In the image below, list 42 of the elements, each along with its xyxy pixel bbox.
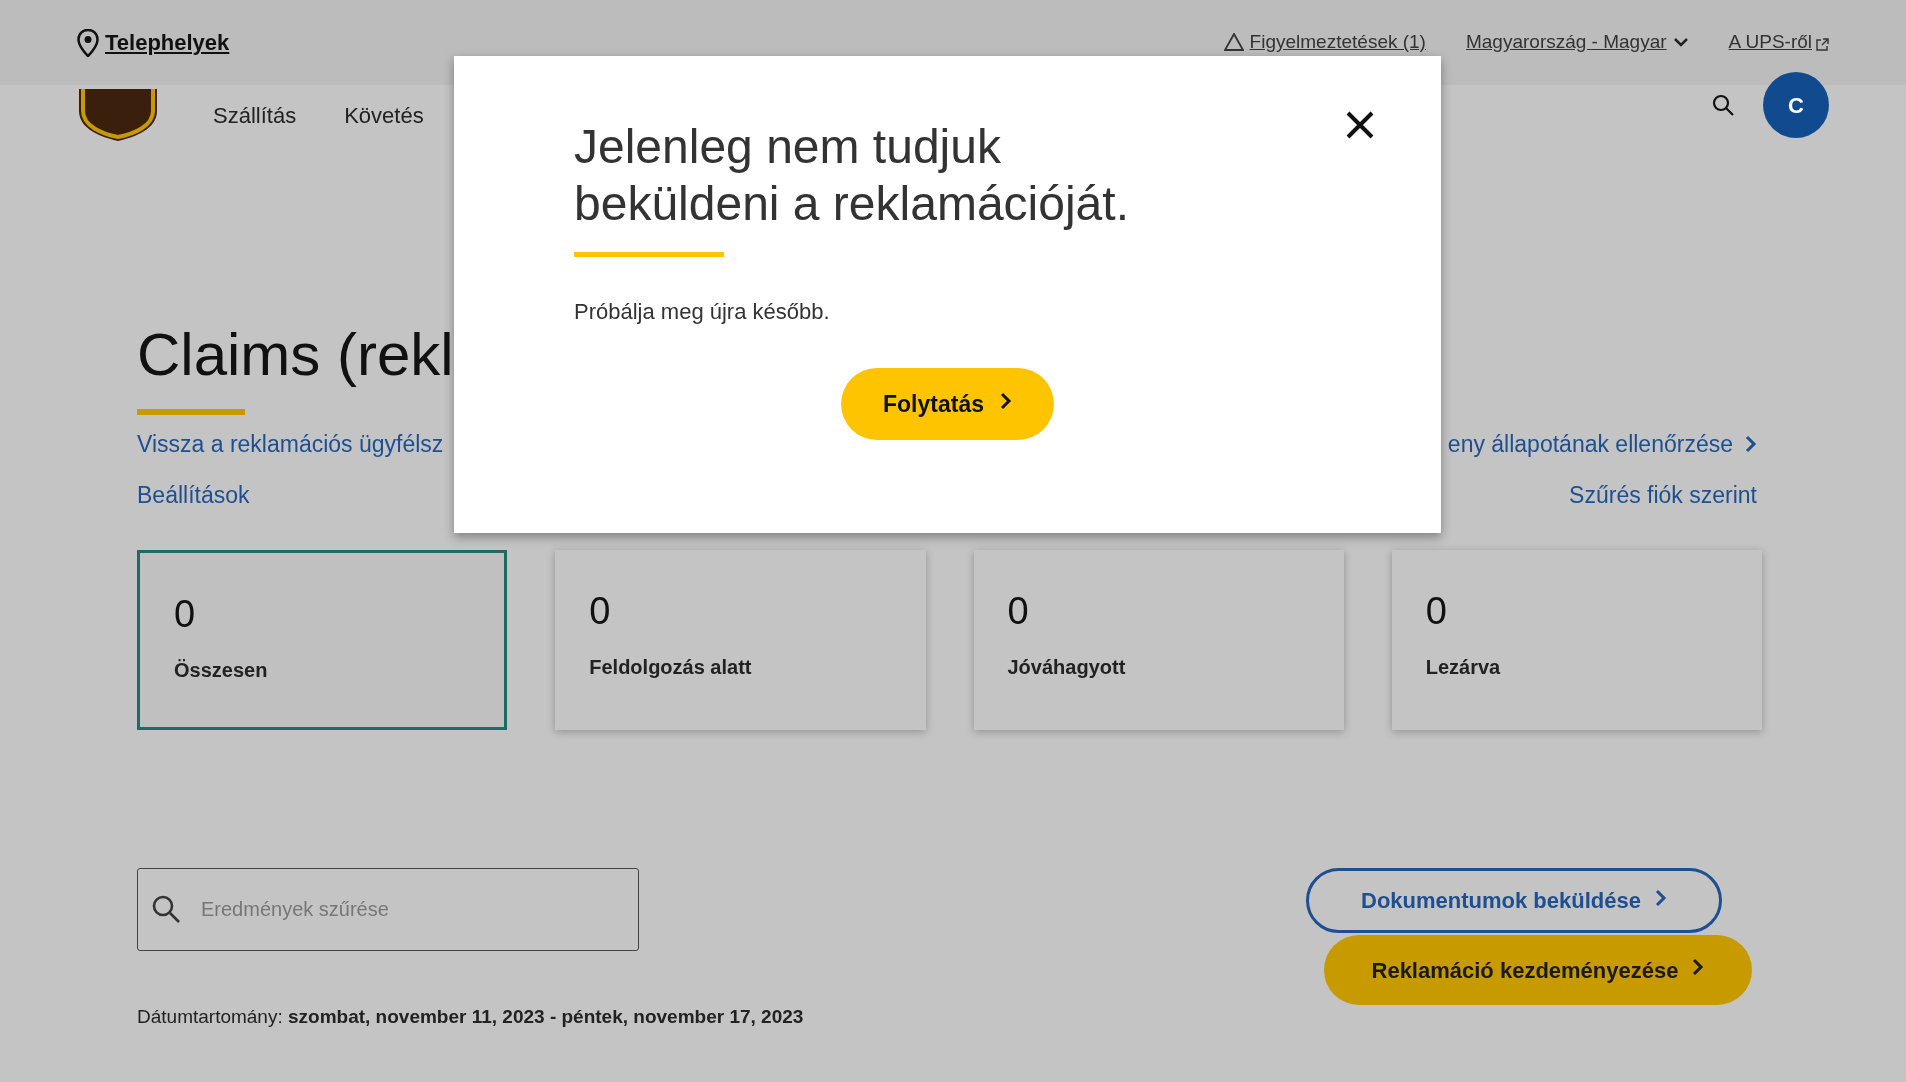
text-link[interactable]: Beállítások: [137, 477, 444, 512]
alerts-link[interactable]: Figyelmeztetések (1): [1223, 28, 1426, 57]
search-icon[interactable]: [1711, 93, 1735, 117]
card-label: Lezárva: [1425, 655, 1502, 680]
about-link[interactable]: A UPS-ről: [1728, 28, 1829, 57]
chevron-icon: [1000, 392, 1012, 410]
locations-link[interactable]: Telephelyek: [77, 26, 230, 59]
text-link[interactable]: Szűrés fiók szerint: [1569, 477, 1757, 512]
text-link[interactable]: eny állapotának ellenőrzése: [1447, 427, 1757, 462]
close-icon: [1345, 110, 1375, 140]
page-title: Claims (rekl: [137, 325, 454, 385]
card-label: Összesen: [174, 658, 269, 683]
nav-link[interactable]: Követés: [344, 98, 424, 132]
card-label: Feldolgozás alatt: [589, 655, 753, 680]
dialog-message: Próbálja meg újra később.: [574, 298, 831, 326]
count: 0: [1007, 592, 1030, 630]
card-label: Jóváhagyott: [1007, 655, 1127, 680]
search-icon: [151, 894, 181, 924]
nav-link[interactable]: Szállítás: [213, 98, 297, 132]
date-range: Dátumtartomány: szombat, november 11, 2023 - péntek, november 17, 2023: [137, 1005, 805, 1029]
avatar[interactable]: C: [1763, 72, 1829, 138]
chevron-down-icon: [1672, 37, 1689, 48]
language-selector[interactable]: Magyarország - Magyar: [1465, 28, 1689, 57]
close-button[interactable]: [1345, 110, 1375, 140]
chevron-icon: [1692, 958, 1705, 976]
count: 0: [174, 595, 197, 633]
chevron-icon: [1745, 434, 1757, 455]
count: 0: [1425, 592, 1448, 630]
external-link-icon: [1816, 37, 1829, 51]
summary-card[interactable]: 0 Jóváhagyott: [973, 550, 1344, 730]
filter-field[interactable]: Eredmények szűrése: [137, 868, 639, 951]
summary-card[interactable]: 0 Feldolgozás alatt: [555, 550, 926, 730]
continue-button[interactable]: Folytatás: [841, 368, 1054, 440]
count: 0: [589, 592, 612, 630]
warning-icon: [1223, 33, 1244, 52]
dialog-title: Jelenleg nem tudjuk beküldeni a reklamációját.: [574, 119, 1130, 232]
action-button[interactable]: Reklamáció kezdeményezése: [1324, 935, 1752, 1005]
chevron-icon: [1654, 888, 1667, 907]
text-link[interactable]: Vissza a reklamációs ügyfélsz: [137, 427, 444, 462]
summary-card[interactable]: 0 Összesen: [137, 550, 508, 730]
map-pin-icon: [77, 28, 99, 57]
summary-card[interactable]: 0 Lezárva: [1391, 550, 1762, 730]
